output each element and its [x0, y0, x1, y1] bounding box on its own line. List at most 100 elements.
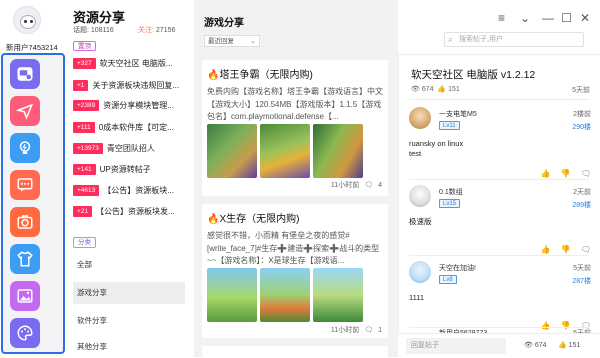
post-excerpt: 感觉很不错，小而精 有堡垒之夜的感觉#[write_face_7]#生存➕建造➕… [207, 231, 380, 265]
reply-username[interactable]: 一支电笔M5 [439, 109, 477, 119]
thumb-up-icon[interactable]: 👍 [541, 169, 551, 178]
send-nav-button[interactable] [10, 96, 40, 126]
reply-floor: 287楼 [572, 278, 591, 285]
category-all[interactable]: 全部 [73, 254, 185, 276]
post-card[interactable] [202, 346, 388, 357]
palette-nav-button[interactable] [10, 318, 40, 348]
views-stat: 👁 674 [524, 342, 547, 349]
reply-floor: 289楼 [572, 202, 591, 209]
image-icon [17, 289, 33, 303]
reply-item: 一支电笔M5 Lv11 2楼前 290楼 ruansky on linux te… [409, 107, 591, 179]
search-icon: ⌕ [448, 35, 453, 44]
chat-nav-button[interactable] [10, 170, 40, 200]
comment-icon: 🗨 [364, 182, 374, 189]
pinned-post[interactable]: +141 UP资源转帖子 [73, 163, 189, 176]
fire-icon: 🔥 [207, 70, 220, 81]
avatar[interactable] [409, 185, 431, 207]
reply-time: 2天前 [573, 189, 591, 196]
thumb-up-icon[interactable]: 👍 [541, 245, 551, 254]
post-title: 软天空社区 电脑版 v1.2.12 [411, 69, 536, 81]
post-card[interactable]: 🔥X生存（无限内购) 感觉很不错，小而精 有堡垒之夜的感觉#[write_fac… [202, 204, 388, 338]
reply-bar: 回复帖子 👁 674 👍 151 [398, 333, 600, 357]
post-card[interactable]: 🔥塔王争霸（无限内购) 免费内购【游戏名称】塔王争霸【游戏语言】中文【游戏大小】… [202, 60, 388, 196]
palette-icon [17, 325, 33, 341]
chevron-down-icon: ⌄ [250, 38, 256, 45]
likes-stat[interactable]: 👍 151 [558, 341, 580, 349]
thumb-down-icon[interactable]: 👎 [561, 245, 571, 254]
reply-text: ruansky on linux test [409, 139, 464, 158]
chat-icon [17, 178, 33, 192]
comment-icon: 🗨 [364, 327, 374, 334]
shirt-nav-button[interactable] [10, 244, 40, 274]
reply-time: 2楼前 [573, 111, 591, 118]
level-badge: Lv8 [439, 275, 457, 284]
game-screenshot[interactable] [260, 268, 310, 322]
game-screenshot[interactable] [313, 268, 363, 322]
pinned-label: 置顶 [73, 41, 96, 51]
sort-select[interactable]: 最近回复 ⌄ [204, 35, 260, 47]
category-game-share[interactable]: 游戏分享 [73, 282, 185, 304]
fire-icon: 🔥 [207, 214, 220, 225]
user-avatar[interactable] [13, 6, 41, 34]
post-meta: 11小时前 🗨 4 [330, 181, 382, 190]
reply-input[interactable]: 回复帖子 [406, 338, 506, 354]
image-nav-button[interactable] [10, 281, 40, 311]
left-rail: 新用户7453214 [0, 0, 66, 357]
pinned-post[interactable]: +327 软天空社区 电脑版... [73, 57, 189, 70]
reply-icon[interactable]: 🗨 [581, 169, 591, 178]
maximize-icon[interactable]: ☐ [561, 11, 572, 25]
sidebar-nav [1, 53, 65, 354]
forum-title: 资源分享 [73, 10, 126, 25]
pinned-post[interactable]: +111 0成本软件库【可定... [73, 121, 189, 134]
reply-username[interactable]: 0.1数组 [439, 187, 463, 197]
category-label: 分类 [73, 237, 96, 248]
reply-actions: 👍 👎 🗨 [541, 245, 591, 254]
minimize-icon[interactable]: — [542, 11, 554, 25]
community-icon [17, 67, 33, 81]
game-screenshot[interactable] [207, 124, 257, 178]
category-other-share[interactable]: 其他分享 [73, 336, 185, 358]
avatar[interactable] [409, 261, 431, 283]
posts-stat: 话题: 108116 [73, 27, 114, 34]
community-nav-button[interactable] [10, 59, 40, 89]
reply-icon[interactable]: 🗨 [581, 245, 591, 254]
chevron-down-icon[interactable]: ⌄ [520, 11, 530, 25]
camera-nav-button[interactable] [10, 207, 40, 237]
reply-text: 1111 [409, 293, 425, 302]
camera-icon [17, 215, 33, 229]
reply-username[interactable]: 天空在加油! [439, 263, 476, 273]
pinned-post[interactable]: +21 【公告】资源板块发... [73, 205, 189, 218]
category-software-share[interactable]: 软件分享 [73, 310, 185, 332]
bulb-nav-button[interactable] [10, 133, 40, 163]
pinned-post[interactable]: +2389 资源分享模块管理... [73, 99, 189, 112]
post-title: 🔥塔王争霸（无限内购) [207, 70, 313, 81]
pinned-post[interactable]: +1 关于资源板块违规回复... [73, 79, 189, 92]
menu-icon[interactable]: ≡ [498, 11, 505, 25]
reply-floor: 290楼 [572, 124, 591, 131]
thumb-down-icon[interactable]: 👎 [561, 169, 571, 178]
search-input[interactable]: ⌕ 搜索帖子,用户 [444, 32, 584, 47]
post-detail: 软天空社区 电脑版 v1.2.12 👁 674 👍 151 5天前 一支电笔M5… [398, 54, 600, 357]
pinned-post[interactable]: +4613 【公告】资源板块... [73, 184, 189, 197]
reply-time: 5天前 [573, 265, 591, 272]
post-screenshots [207, 124, 363, 178]
game-screenshot[interactable] [207, 268, 257, 322]
bulb-icon [19, 141, 31, 154]
reply-item: 天空在加油! Lv8 5天前 287楼 1111 👍 👎 🗨 [409, 261, 591, 331]
post-meta: 11小时前 🗨 1 [330, 326, 382, 335]
feed-panel: 游戏分享 最近回复 ⌄ 🔥塔王争霸（无限内购) 免费内购【游戏名称】塔王争霸【游戏… [194, 0, 398, 357]
game-screenshot[interactable] [313, 124, 363, 178]
avatar[interactable] [409, 107, 431, 129]
close-icon[interactable]: ✕ [580, 11, 590, 25]
reply-item: 0.1数组 Lv15 2天前 289楼 极速版 👍 👎 🗨 [409, 185, 591, 255]
post-screenshots [207, 268, 363, 322]
level-badge: Lv11 [439, 121, 460, 130]
game-screenshot[interactable] [260, 124, 310, 178]
username: 新用户7453214 [6, 43, 58, 52]
follows-stat: 关注: 27156 [138, 27, 176, 34]
post-detail-panel: ≡ ⌄ — ☐ ✕ ⌕ 搜索帖子,用户 软天空社区 电脑版 v1.2.12 👁 6… [398, 0, 600, 357]
send-icon [16, 103, 34, 120]
pinned-post[interactable]: +13973 青空团队招人 [73, 142, 189, 155]
reply-text: 极速版 [409, 217, 432, 226]
level-badge: Lv15 [439, 199, 461, 208]
